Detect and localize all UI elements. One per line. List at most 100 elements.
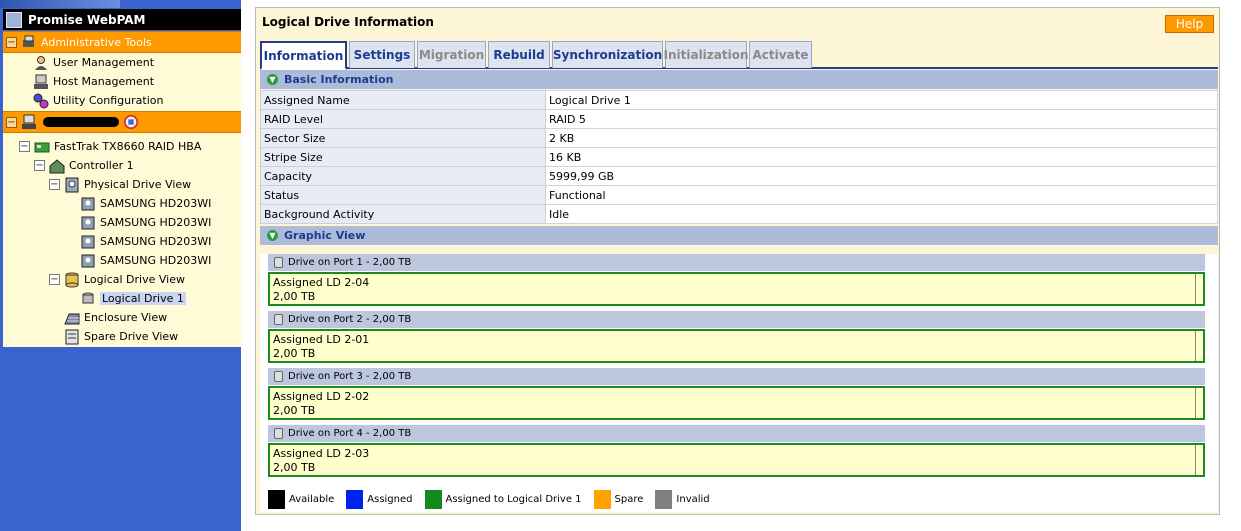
tree-item-enclosure-view[interactable]: Enclosure View [64,308,167,327]
tree-item-label: User Management [53,56,155,69]
tree-item-physical-drive[interactable]: SAMSUNG HD203WI [80,213,211,232]
drive-size: 2,00 TB [273,290,316,303]
tree-item-logical-drive-1[interactable]: Logical Drive 1 [80,289,186,308]
tab-activate: Activate [749,41,812,68]
drive-icon [274,428,283,439]
tab-information[interactable]: Information [260,41,347,70]
table-row: Stripe Size 16 KB [260,147,1218,167]
tree-item-physical-drive[interactable]: SAMSUNG HD203WI [80,194,211,213]
disk-icon [80,215,96,231]
drive-assigned-label: Assigned LD 2-01 [273,333,370,346]
drive-assignment-box[interactable]: Assigned LD 2-04 2,00 TB [268,272,1205,306]
top-banner-strip [0,0,120,8]
legend-swatch-invalid [655,489,673,509]
drive-assignment-box[interactable]: Assigned LD 2-03 2,00 TB [268,443,1205,477]
logical-drive-information-panel: Logical Drive Information Help Informati… [255,7,1220,515]
tree-item-label: SAMSUNG HD203WI [100,197,212,210]
tree-item-logical-drive-view[interactable]: − Logical Drive View [49,270,185,289]
tab-rebuild[interactable]: Rebuild [488,41,550,68]
drive-port-label: Drive on Port 1 - 2,00 TB [288,257,412,268]
tree-item-label: Physical Drive View [84,178,192,191]
field-value: 16 KB [545,147,1218,167]
legend-label: Available [289,493,335,505]
tree-item-physical-drive[interactable]: SAMSUNG HD203WI [80,232,211,251]
drive-icon [274,257,283,268]
drive-size: 2,00 TB [273,404,316,417]
field-label: RAID Level [260,109,546,129]
collapse-icon[interactable]: − [49,274,60,285]
field-label: Assigned Name [260,90,546,110]
drive-port-header: Drive on Port 4 - 2,00 TB [268,425,1205,442]
field-label: Capacity [260,166,546,186]
drive-assigned-label: Assigned LD 2-02 [273,390,370,403]
collapse-section-icon[interactable]: ▼ [267,230,278,241]
drive-assignment-box[interactable]: Assigned LD 2-01 2,00 TB [268,329,1205,363]
tree-item-utility-configuration[interactable]: Utility Configuration [33,91,163,110]
tree-item-hba[interactable]: − FastTrak TX8660 RAID HBA [19,137,201,156]
tree-item-host-management[interactable]: Host Management [33,72,154,91]
tree-item-label: Logical Drive View [84,273,185,286]
gears-icon [33,93,49,109]
tab-synchronization[interactable]: Synchronization [552,41,663,68]
drive-port-header: Drive on Port 1 - 2,00 TB [268,254,1205,271]
help-button[interactable]: Help [1165,15,1214,33]
table-row: Capacity 5999,99 GB [260,166,1218,186]
refresh-icon[interactable] [123,114,139,130]
drive-port-label: Drive on Port 3 - 2,00 TB [288,371,412,382]
box-divider [1195,445,1196,475]
field-value: 2 KB [545,128,1218,148]
graphic-view-header[interactable]: ▼ Graphic View [260,226,1218,245]
tree-item-label: Logical Drive 1 [100,292,186,305]
tree-item-label: SAMSUNG HD203WI [100,254,212,267]
tree-item-controller[interactable]: − Controller 1 [34,156,134,175]
drive-port-header: Drive on Port 2 - 2,00 TB [268,311,1205,328]
collapse-icon[interactable]: − [49,179,60,190]
legend: Available Assigned Assigned to Logical D… [268,489,722,509]
collapse-icon[interactable]: − [6,36,17,48]
drive-icon [274,314,283,325]
navigation-tree-pane: Promise WebPAM − Administrative Tools Us… [0,0,241,531]
drive-size: 2,00 TB [273,347,316,360]
basic-information-table: Assigned Name Logical Drive 1 RAID Level R… [260,90,1218,224]
page-title: Logical Drive Information [262,15,434,29]
tree-item-administrative-tools[interactable]: − Administrative Tools [3,31,241,53]
tree-item-host-redacted[interactable]: − [3,111,241,133]
table-row: RAID Level RAID 5 [260,109,1218,129]
box-divider [1195,388,1196,418]
box-divider [1195,274,1196,304]
tree-item-physical-drive-view[interactable]: − Physical Drive View [49,175,191,194]
collapse-icon[interactable]: − [19,141,30,152]
collapse-icon[interactable]: − [34,160,45,171]
collapse-section-icon[interactable]: ▼ [267,74,278,85]
logical-drive-stack-icon [64,272,80,288]
field-value: RAID 5 [545,109,1218,129]
tree-item-physical-drive[interactable]: SAMSUNG HD203WI [80,251,211,270]
drive-assignment-box[interactable]: Assigned LD 2-02 2,00 TB [268,386,1205,420]
legend-label: Assigned to Logical Drive 1 [445,493,582,505]
tab-initialization: Initialization [664,41,749,68]
app-title: Promise WebPAM [28,12,146,27]
tab-settings[interactable]: Settings [349,41,415,68]
field-value: Functional [545,185,1218,205]
collapse-icon[interactable]: − [6,116,17,128]
tree-item-label: Administrative Tools [41,35,152,49]
app-logo-icon [6,11,22,28]
enclosure-icon [64,310,80,326]
disk-icon [80,253,96,269]
tree-item-spare-drive-view[interactable]: Spare Drive View [64,327,178,346]
table-row: Assigned Name Logical Drive 1 [260,90,1218,110]
controller-icon [49,158,65,174]
field-value: 5999,99 GB [545,166,1218,186]
drive-size: 2,00 TB [273,461,316,474]
table-row: Status Functional [260,185,1218,205]
tree-item-label: FastTrak TX8660 RAID HBA [54,140,202,153]
tree-item-user-management[interactable]: User Management [33,53,154,72]
tree-item-label: Utility Configuration [53,94,164,107]
spare-drive-icon [64,329,80,345]
drive-port-label: Drive on Port 4 - 2,00 TB [288,428,412,439]
tree-body: − Administrative Tools User Management H… [3,31,241,347]
legend-swatch-spare [593,489,611,509]
host-computer-icon [33,74,49,90]
basic-information-header[interactable]: ▼ Basic Information [260,70,1218,89]
box-divider [1195,331,1196,361]
